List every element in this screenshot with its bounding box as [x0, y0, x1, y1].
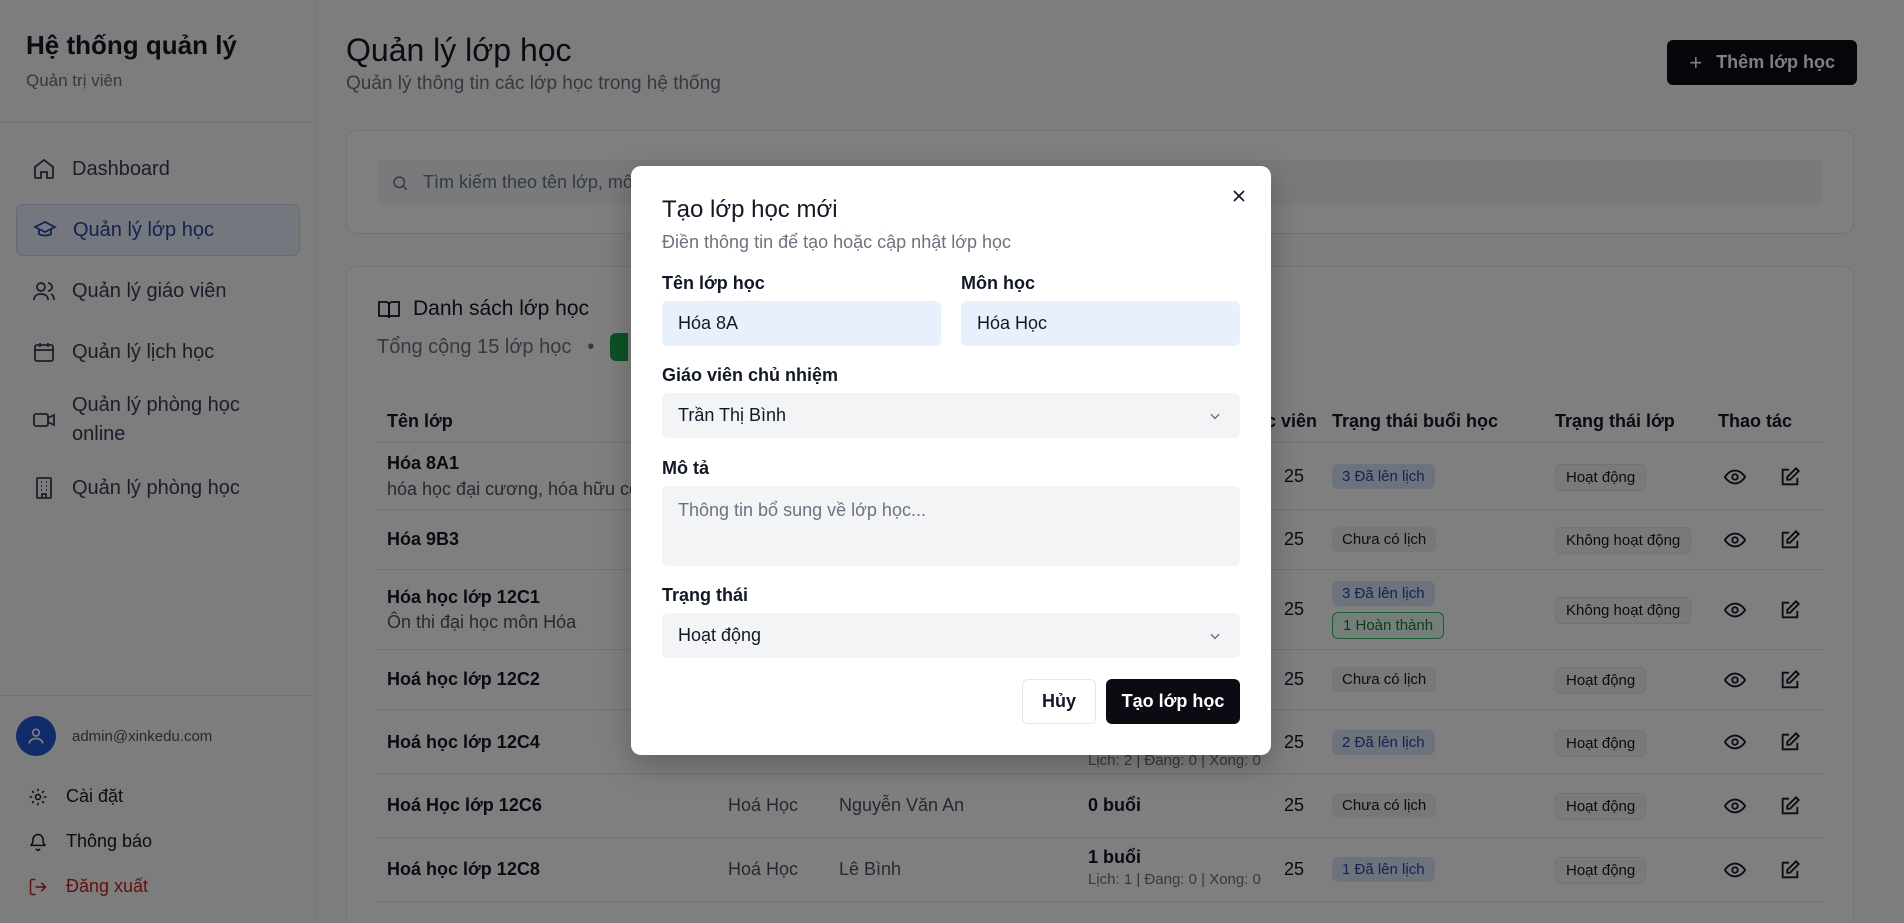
- status-label: Trạng thái: [662, 585, 749, 605]
- teacher-label: Giáo viên chủ nhiệm: [662, 365, 839, 385]
- subject-input[interactable]: Hóa Học: [961, 301, 1240, 346]
- chevron-down-icon: [1210, 633, 1220, 640]
- teacher-select[interactable]: Trần Thị Bình: [662, 393, 1240, 438]
- class-name-label: Tên lớp học: [662, 273, 765, 293]
- status-selected-value: Hoạt động: [678, 625, 762, 645]
- create-class-button[interactable]: Tạo lớp học: [1106, 679, 1240, 724]
- chevron-down-icon: [1210, 413, 1220, 420]
- class-name-input[interactable]: Hóa 8A: [662, 301, 941, 346]
- create-class-dialog: Tạo lớp học mới Điền thông tin để tạo ho…: [631, 166, 1271, 755]
- description-textarea[interactable]: Thông tin bổ sung về lớp học...: [662, 486, 1240, 566]
- description-label: Mô tả: [662, 458, 709, 478]
- cancel-button[interactable]: Hủy: [1022, 679, 1096, 724]
- teacher-selected-value: Trần Thị Bình: [678, 405, 787, 425]
- status-select[interactable]: Hoạt động: [662, 613, 1240, 658]
- close-icon[interactable]: [1229, 186, 1249, 206]
- dialog-subtitle: Điền thông tin để tạo hoặc cập nhật lớp …: [662, 232, 1012, 252]
- subject-label: Môn học: [961, 273, 1035, 293]
- dialog-title: Tạo lớp học mới: [662, 196, 838, 223]
